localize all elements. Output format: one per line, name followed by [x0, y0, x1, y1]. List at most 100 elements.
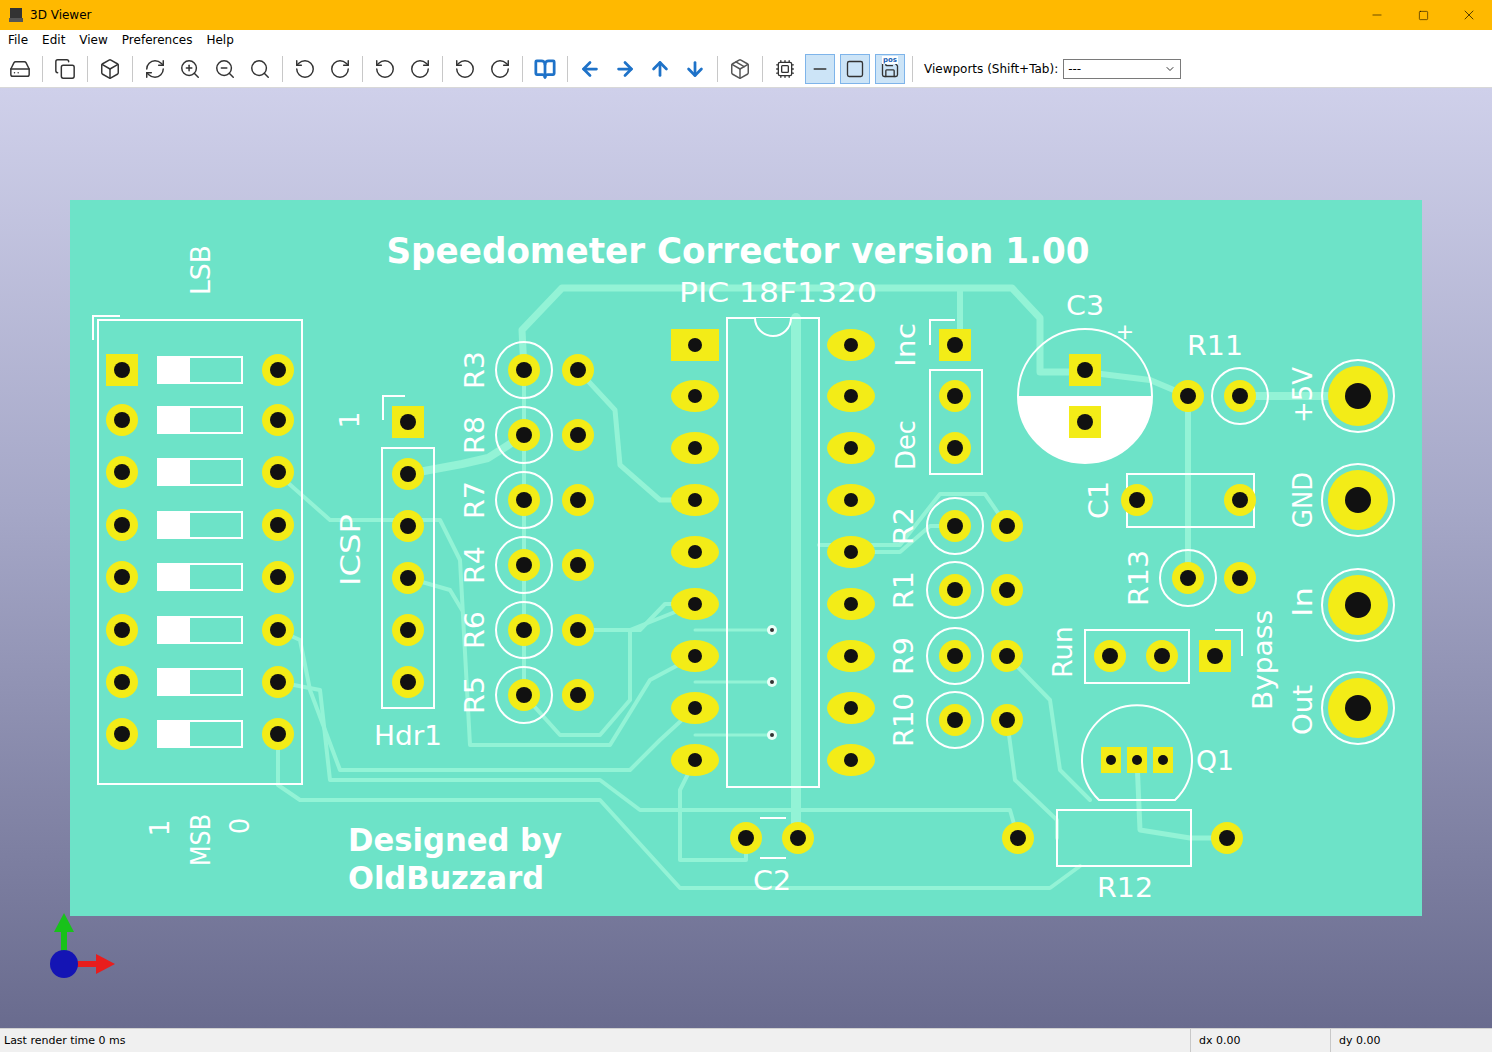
silkscreen-label: Run: [1047, 626, 1078, 678]
round-pad: [262, 718, 294, 750]
viewports-select[interactable]: ---: [1063, 59, 1181, 79]
toolbar-button[interactable]: [5, 54, 35, 84]
round-pad: [1172, 562, 1204, 594]
menu-item[interactable]: Help: [199, 30, 240, 50]
zoom-out-icon: [214, 58, 236, 80]
silkscreen-label: GND: [1287, 472, 1318, 528]
export-icon: [9, 58, 31, 80]
round-pad: [562, 614, 594, 646]
silkscreen-label: 1: [335, 412, 365, 429]
toolbar-button[interactable]: [680, 54, 710, 84]
silkscreen-label: R10: [888, 693, 919, 747]
minimize-button[interactable]: [1354, 0, 1400, 30]
toolbar-button[interactable]: [210, 54, 240, 84]
ortho-view-icon: [729, 58, 751, 80]
via: [767, 730, 777, 740]
pcb-view[interactable]: Speedometer Corrector version 1.00PIC 18…: [0, 88, 1492, 1028]
toolbar-toggle[interactable]: [770, 54, 800, 84]
round-pad: [1094, 640, 1126, 672]
rotate-z-ccw-icon: [454, 58, 476, 80]
toolbar-button[interactable]: [370, 54, 400, 84]
flip-board-icon: [534, 58, 556, 80]
silkscreen-label: Inc: [890, 323, 921, 367]
ic-pad: [671, 588, 719, 620]
via: [767, 677, 777, 687]
zoom-in-icon: [179, 58, 201, 80]
toolbar-separator: [282, 56, 283, 82]
silkscreen-label: MSB: [185, 814, 216, 866]
axes-gizmo-icon: [50, 913, 115, 978]
toolbar-button[interactable]: [245, 54, 275, 84]
toolbar-button[interactable]: [175, 54, 205, 84]
toolbar-button[interactable]: [405, 54, 435, 84]
toolbar-button[interactable]: [725, 54, 755, 84]
silkscreen-label: R2: [888, 507, 919, 545]
silkscreen-label: OldBuzzard: [348, 859, 544, 897]
toolbar-separator: [442, 56, 443, 82]
round-pad: [730, 822, 762, 854]
toolbar-toggle[interactable]: [840, 54, 870, 84]
round-pad: [392, 510, 424, 542]
round-pad: [1002, 822, 1034, 854]
dip-switch: [158, 512, 242, 538]
silkscreen-label: Designed by: [348, 821, 562, 859]
toolbar-button[interactable]: [645, 54, 675, 84]
reload-icon: [144, 58, 166, 80]
dip-switch: [158, 669, 242, 695]
square-pad: [392, 406, 424, 438]
round-pad: [939, 704, 971, 736]
toolbar-button[interactable]: [450, 54, 480, 84]
toolbar-toggle[interactable]: [805, 54, 835, 84]
toolbar-button[interactable]: [485, 54, 515, 84]
toolbar-button[interactable]: [290, 54, 320, 84]
round-pad: [508, 484, 540, 516]
render-time: Last render time 0 ms: [0, 1029, 1190, 1052]
round-pad: [991, 704, 1023, 736]
toolbar-button[interactable]: [50, 54, 80, 84]
toolbar-button[interactable]: [575, 54, 605, 84]
3d-canvas[interactable]: Speedometer Corrector version 1.00PIC 18…: [0, 88, 1492, 1028]
round-pad: [106, 456, 138, 488]
round-pad: [939, 380, 971, 412]
round-pad: [262, 509, 294, 541]
rotate-y-ccw-icon: [374, 58, 396, 80]
round-pad: [508, 419, 540, 451]
dip-switch: [158, 617, 242, 643]
viewer-window: 3D ViewerFileEditViewPreferencesHelpposV…: [0, 0, 1492, 1052]
menu-item[interactable]: View: [72, 30, 114, 50]
dip-switch: [158, 564, 242, 590]
maximize-button[interactable]: [1400, 0, 1446, 30]
menu-item[interactable]: File: [1, 30, 35, 50]
silkscreen-label: R11: [1187, 330, 1243, 361]
round-pad: [1211, 822, 1243, 854]
round-pad: [392, 458, 424, 490]
silkscreen-label: R9: [888, 637, 919, 675]
round-pad: [262, 404, 294, 436]
round-pad: [508, 614, 540, 646]
silkscreen-label: R7: [459, 481, 490, 519]
round-pad: [562, 354, 594, 386]
round-pad: [508, 354, 540, 386]
rotate-x-cw-icon: [329, 58, 351, 80]
toolbar-button[interactable]: [95, 54, 125, 84]
chevron-down-icon: [1164, 63, 1176, 75]
round-pad: [106, 718, 138, 750]
copy-icon: [54, 58, 76, 80]
toolbar-button[interactable]: [140, 54, 170, 84]
close-button[interactable]: [1446, 0, 1492, 30]
toolbar-button[interactable]: [610, 54, 640, 84]
silkscreen-label: C3: [1066, 290, 1104, 321]
toolbar-button[interactable]: [530, 54, 560, 84]
menu-item[interactable]: Preferences: [115, 30, 200, 50]
toolbar-button[interactable]: [325, 54, 355, 84]
toolbar-toggle[interactable]: pos: [875, 54, 905, 84]
silkscreen-label: C1: [1083, 481, 1114, 519]
menu-item[interactable]: Edit: [35, 30, 72, 50]
rotate-x-ccw-icon: [294, 58, 316, 80]
silkscreen-label: +: [1116, 319, 1134, 344]
ic-pad: [671, 536, 719, 568]
silkscreen-label: Speedometer Corrector version 1.00: [387, 230, 1090, 271]
silkscreen-label: 1: [145, 820, 175, 837]
round-pad: [392, 666, 424, 698]
round-pad: [392, 562, 424, 594]
